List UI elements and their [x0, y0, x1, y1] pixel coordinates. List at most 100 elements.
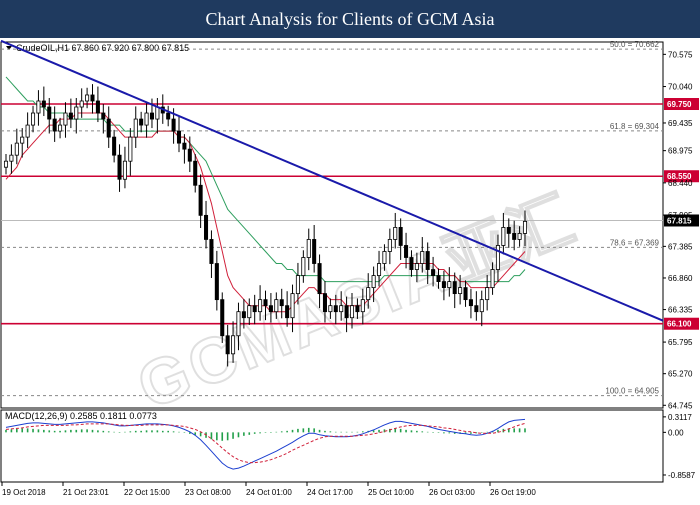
macd-histogram-bar	[259, 432, 261, 434]
candle-bearish	[47, 106, 52, 120]
candle-bearish	[52, 118, 57, 132]
macd-histogram-bar	[129, 431, 132, 433]
macd-histogram-bar	[291, 429, 294, 433]
candle-bullish	[339, 305, 344, 313]
candle-bearish	[112, 136, 117, 156]
y-tick-label: 66.860	[668, 274, 693, 283]
macd-histogram-bar	[270, 432, 272, 433]
y-tick-label: 70.575	[668, 50, 693, 59]
candle-bearish	[452, 281, 457, 295]
candle-bullish	[74, 106, 79, 120]
candle-bullish	[517, 233, 522, 240]
candle-bullish	[495, 245, 500, 270]
candle-bullish	[133, 118, 138, 138]
candle-bullish	[522, 220, 528, 234]
candle-bullish	[447, 281, 452, 289]
macd-histogram-bar	[356, 431, 359, 433]
candle-bearish	[182, 142, 187, 150]
macd-histogram-bar	[97, 430, 99, 433]
macd-y-tick-label: 0.3117	[668, 413, 692, 422]
candle-bullish	[63, 112, 68, 126]
macd-y-tick-label: 0.00	[668, 428, 684, 437]
macd-histogram-bar	[253, 432, 256, 434]
macd-histogram-bar	[140, 430, 142, 433]
candle-bullish	[349, 305, 355, 319]
macd-histogram-bar	[26, 428, 29, 433]
y-tick-label: 69.435	[668, 119, 693, 128]
macd-histogram-bar	[324, 430, 326, 433]
macd-histogram-bar	[264, 432, 267, 433]
candle-bullish	[247, 305, 252, 319]
macd-histogram-bar	[107, 431, 110, 433]
macd-histogram-bar	[513, 428, 515, 433]
macd-histogram-bar	[421, 431, 424, 433]
candle-bearish	[268, 305, 273, 313]
candle-bearish	[41, 100, 46, 108]
x-tick-label: 24 Oct 17:00	[307, 488, 353, 497]
macd-histogram-bar	[405, 429, 407, 433]
candle-bullish	[58, 124, 63, 132]
candle-bearish	[139, 118, 144, 126]
candle-bullish	[128, 136, 133, 162]
candle-bullish	[328, 305, 333, 313]
macd-histogram-bar	[86, 429, 88, 433]
macd-histogram-bar	[167, 430, 169, 433]
candle-bearish	[106, 118, 111, 138]
macd-histogram-bar	[243, 432, 245, 436]
y-tick-label: 70.040	[668, 83, 693, 92]
macd-histogram-bar	[216, 432, 218, 441]
candle-bearish	[149, 112, 154, 120]
macd-histogram-bar	[237, 432, 240, 438]
macd-histogram-bar	[59, 430, 61, 433]
candle-bearish	[220, 299, 225, 337]
candle-bearish	[441, 281, 446, 289]
macd-histogram-bar	[210, 432, 213, 440]
candle-bullish	[371, 275, 376, 289]
candle-bullish	[155, 106, 160, 120]
candle-bullish	[85, 94, 90, 102]
candle-bearish	[214, 263, 219, 301]
macd-histogram-bar	[21, 428, 24, 433]
candle-bearish	[263, 299, 268, 307]
candle-bearish	[101, 112, 106, 120]
macd-histogram-bar	[102, 430, 105, 433]
candle-bearish	[252, 305, 257, 313]
macd-histogram-bar	[178, 431, 180, 433]
macd-histogram-bar	[43, 429, 45, 433]
candle-bearish	[506, 227, 511, 234]
candle-bearish	[204, 214, 209, 240]
candle-bullish	[274, 299, 279, 313]
macd-histogram-bar	[124, 431, 126, 433]
candle-bearish	[187, 148, 192, 162]
candle-bullish	[25, 124, 30, 138]
macd-histogram-bar	[64, 430, 67, 433]
candle-bearish	[474, 305, 479, 313]
macd-histogram-bar	[518, 428, 521, 433]
candle-bullish	[258, 299, 263, 313]
macd-histogram-bar	[91, 429, 94, 433]
candle-bearish	[198, 184, 203, 216]
y-tick-label: 66.335	[668, 306, 693, 315]
macd-histogram-bar	[486, 431, 488, 433]
candle-bullish	[387, 239, 392, 252]
macd-histogram-bar	[75, 429, 78, 433]
candle-bullish	[301, 257, 306, 276]
macd-histogram-bar	[372, 430, 375, 433]
x-tick-label: 26 Oct 03:00	[429, 488, 475, 497]
candle-bearish	[355, 305, 360, 313]
candle-bearish	[176, 130, 182, 144]
macd-histogram-bar	[410, 430, 413, 433]
page-title: Chart Analysis for Clients of GCM Asia	[0, 0, 700, 38]
chart-frame: CrudeOIL,H1 67.860 67.920 67.800 67.815 …	[0, 38, 700, 500]
macd-histogram-bar	[70, 429, 72, 433]
candle-bearish	[468, 299, 473, 307]
candle-bearish	[322, 293, 327, 313]
fibonacci-level-label: 61.8 = 69.304	[610, 122, 660, 131]
macd-histogram-bar	[275, 431, 278, 433]
candle-bearish	[225, 335, 230, 355]
candle-bullish	[360, 299, 365, 313]
y-tick-label: 68.440	[668, 179, 693, 188]
fibonacci-level-label: 50.0 = 70.662	[610, 40, 660, 49]
candle-bearish	[333, 305, 338, 313]
macd-histogram-bar	[432, 432, 434, 433]
